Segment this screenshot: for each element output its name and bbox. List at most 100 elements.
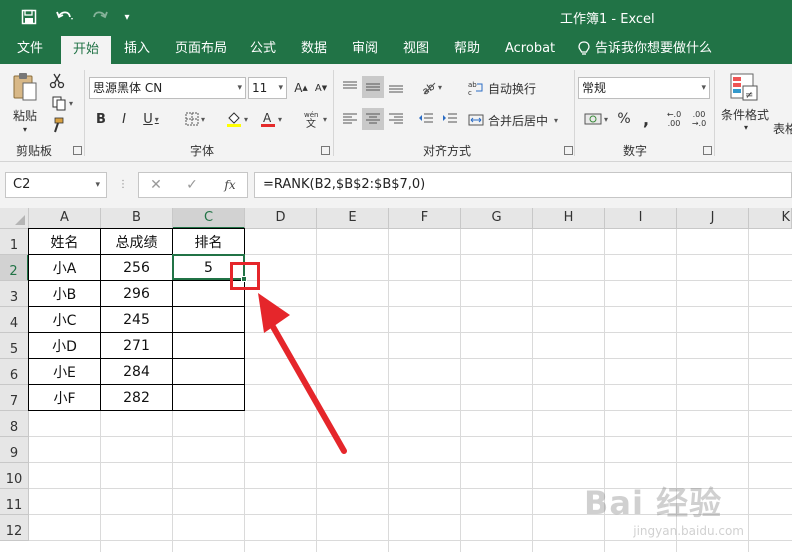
tab-acrobat[interactable]: Acrobat — [505, 34, 555, 64]
column-header[interactable]: K — [749, 208, 792, 229]
cut-icon[interactable] — [47, 72, 67, 90]
table-cell[interactable]: 296 — [101, 281, 172, 306]
clipboard-launcher-icon[interactable] — [73, 146, 82, 155]
table-cell[interactable]: 245 — [101, 307, 172, 332]
table-cell[interactable]: 256 — [101, 255, 172, 280]
fill-color-icon[interactable]: ▾ — [222, 108, 252, 130]
align-center-icon[interactable] — [362, 108, 384, 130]
alignment-launcher-icon[interactable] — [564, 146, 573, 155]
tab-file[interactable]: 文件 — [17, 34, 43, 64]
tab-help[interactable]: 帮助 — [454, 34, 480, 64]
table-cell[interactable] — [173, 333, 244, 358]
table-cell[interactable] — [173, 359, 244, 384]
tab-page-layout[interactable]: 页面布局 — [175, 34, 227, 64]
table-cell[interactable] — [173, 307, 244, 332]
insert-function-icon[interactable]: fx — [219, 176, 241, 194]
tab-home[interactable]: 开始 — [61, 36, 112, 64]
undo-icon[interactable] — [50, 7, 80, 27]
table-cell[interactable]: 小D — [29, 333, 100, 358]
table-cell[interactable]: 小E — [29, 359, 100, 384]
row-header[interactable]: 9 — [0, 437, 29, 463]
table-cell[interactable]: 小C — [29, 307, 100, 332]
format-painter-icon[interactable] — [47, 116, 67, 134]
column-header[interactable]: A — [29, 208, 101, 229]
decrease-font-icon[interactable]: A ▼ — [313, 78, 329, 98]
conditional-format-button[interactable]: 条件格式 — [719, 106, 771, 122]
row-header[interactable]: 6 — [0, 359, 29, 385]
table-cell[interactable]: 小B — [29, 281, 100, 306]
accounting-format-icon[interactable]: ▾ — [580, 108, 612, 130]
copy-icon[interactable]: ▾ — [47, 94, 77, 112]
decrease-indent-icon[interactable] — [416, 108, 436, 130]
row-header[interactable]: 10 — [0, 463, 29, 489]
tab-review[interactable]: 审阅 — [352, 34, 378, 64]
formula-bar-resize-handle[interactable]: ⋮ — [118, 179, 128, 190]
orientation-icon[interactable]: ab ▾ — [416, 76, 446, 98]
tab-insert[interactable]: 插入 — [124, 34, 150, 64]
align-top-icon[interactable] — [340, 76, 360, 98]
tell-me-search[interactable]: 告诉我你想要做什么 — [578, 34, 712, 64]
redo-icon[interactable] — [86, 7, 112, 27]
bold-icon[interactable]: B — [92, 108, 110, 130]
paste-icon[interactable] — [8, 70, 42, 106]
cancel-icon[interactable]: ✕ — [147, 176, 165, 194]
paste-dropdown-icon[interactable]: ▾ — [16, 124, 34, 134]
header-cell-name[interactable]: 姓名 — [29, 229, 100, 254]
number-launcher-icon[interactable] — [703, 146, 712, 155]
underline-icon[interactable]: U ▾ — [137, 108, 165, 130]
row-header[interactable]: 5 — [0, 333, 29, 359]
font-color-icon[interactable]: A ▾ — [256, 108, 286, 130]
font-name-combo[interactable]: 思源黑体 CN ▾ — [89, 77, 246, 99]
column-header[interactable]: I — [605, 208, 677, 229]
font-size-combo[interactable]: 11 ▾ — [248, 77, 287, 99]
column-header[interactable]: C — [173, 208, 245, 229]
row-header[interactable]: 11 — [0, 489, 29, 515]
italic-icon[interactable]: I — [115, 108, 133, 130]
header-cell-score[interactable]: 总成绩 — [101, 229, 172, 254]
number-format-combo[interactable]: 常规 ▾ — [578, 77, 710, 99]
table-cell[interactable]: 小F — [29, 385, 100, 410]
table-cell[interactable]: 小A — [29, 255, 100, 280]
font-launcher-icon[interactable] — [321, 146, 330, 155]
customize-qat-icon[interactable]: ▾ — [120, 7, 134, 27]
format-as-table-button[interactable]: 表格 — [773, 120, 792, 136]
row-header[interactable]: 7 — [0, 385, 29, 411]
align-left-icon[interactable] — [340, 108, 360, 130]
column-header[interactable]: J — [677, 208, 749, 229]
wrap-text-button[interactable]: ab c 自动换行 — [468, 78, 544, 98]
tab-formulas[interactable]: 公式 — [250, 34, 276, 64]
enter-icon[interactable]: ✓ — [183, 176, 201, 194]
table-cell[interactable]: 271 — [101, 333, 172, 358]
align-middle-icon[interactable] — [362, 76, 384, 98]
increase-indent-icon[interactable] — [440, 108, 460, 130]
row-header[interactable]: 1 — [0, 229, 29, 255]
table-cell[interactable]: 282 — [101, 385, 172, 410]
align-right-icon[interactable] — [386, 108, 406, 130]
phonetic-guide-icon[interactable]: wén 文 ▾ — [300, 108, 330, 130]
comma-style-icon[interactable]: , — [637, 108, 655, 130]
increase-font-icon[interactable]: A ▲ — [293, 78, 309, 98]
row-header[interactable]: 2 — [0, 255, 29, 281]
merge-center-button[interactable]: 合并后居中 ▾ — [468, 110, 572, 130]
row-header[interactable]: 4 — [0, 307, 29, 333]
column-header[interactable]: F — [389, 208, 461, 229]
header-cell-rank[interactable]: 排名 — [173, 229, 244, 254]
column-header[interactable]: D — [245, 208, 317, 229]
percent-icon[interactable]: % — [614, 108, 634, 130]
column-header[interactable]: G — [461, 208, 533, 229]
increase-decimal-icon[interactable]: ←.0.00 — [663, 108, 685, 130]
formula-input[interactable]: =RANK(B2,$B$2:$B$7,0) — [254, 172, 792, 198]
decrease-decimal-icon[interactable]: .00 →.0 — [688, 108, 710, 130]
paste-button[interactable]: 粘贴 — [8, 106, 42, 124]
table-cell[interactable] — [173, 385, 244, 410]
select-all-button[interactable] — [0, 208, 29, 229]
save-icon[interactable] — [18, 7, 40, 27]
align-bottom-icon[interactable] — [386, 76, 406, 98]
row-header[interactable]: 3 — [0, 281, 29, 307]
tab-view[interactable]: 视图 — [403, 34, 429, 64]
conditional-format-icon[interactable]: ≠ — [727, 70, 761, 106]
column-header[interactable]: H — [533, 208, 605, 229]
row-header[interactable]: 12 — [0, 515, 29, 541]
tab-data[interactable]: 数据 — [301, 34, 327, 64]
row-header[interactable]: 8 — [0, 411, 29, 437]
